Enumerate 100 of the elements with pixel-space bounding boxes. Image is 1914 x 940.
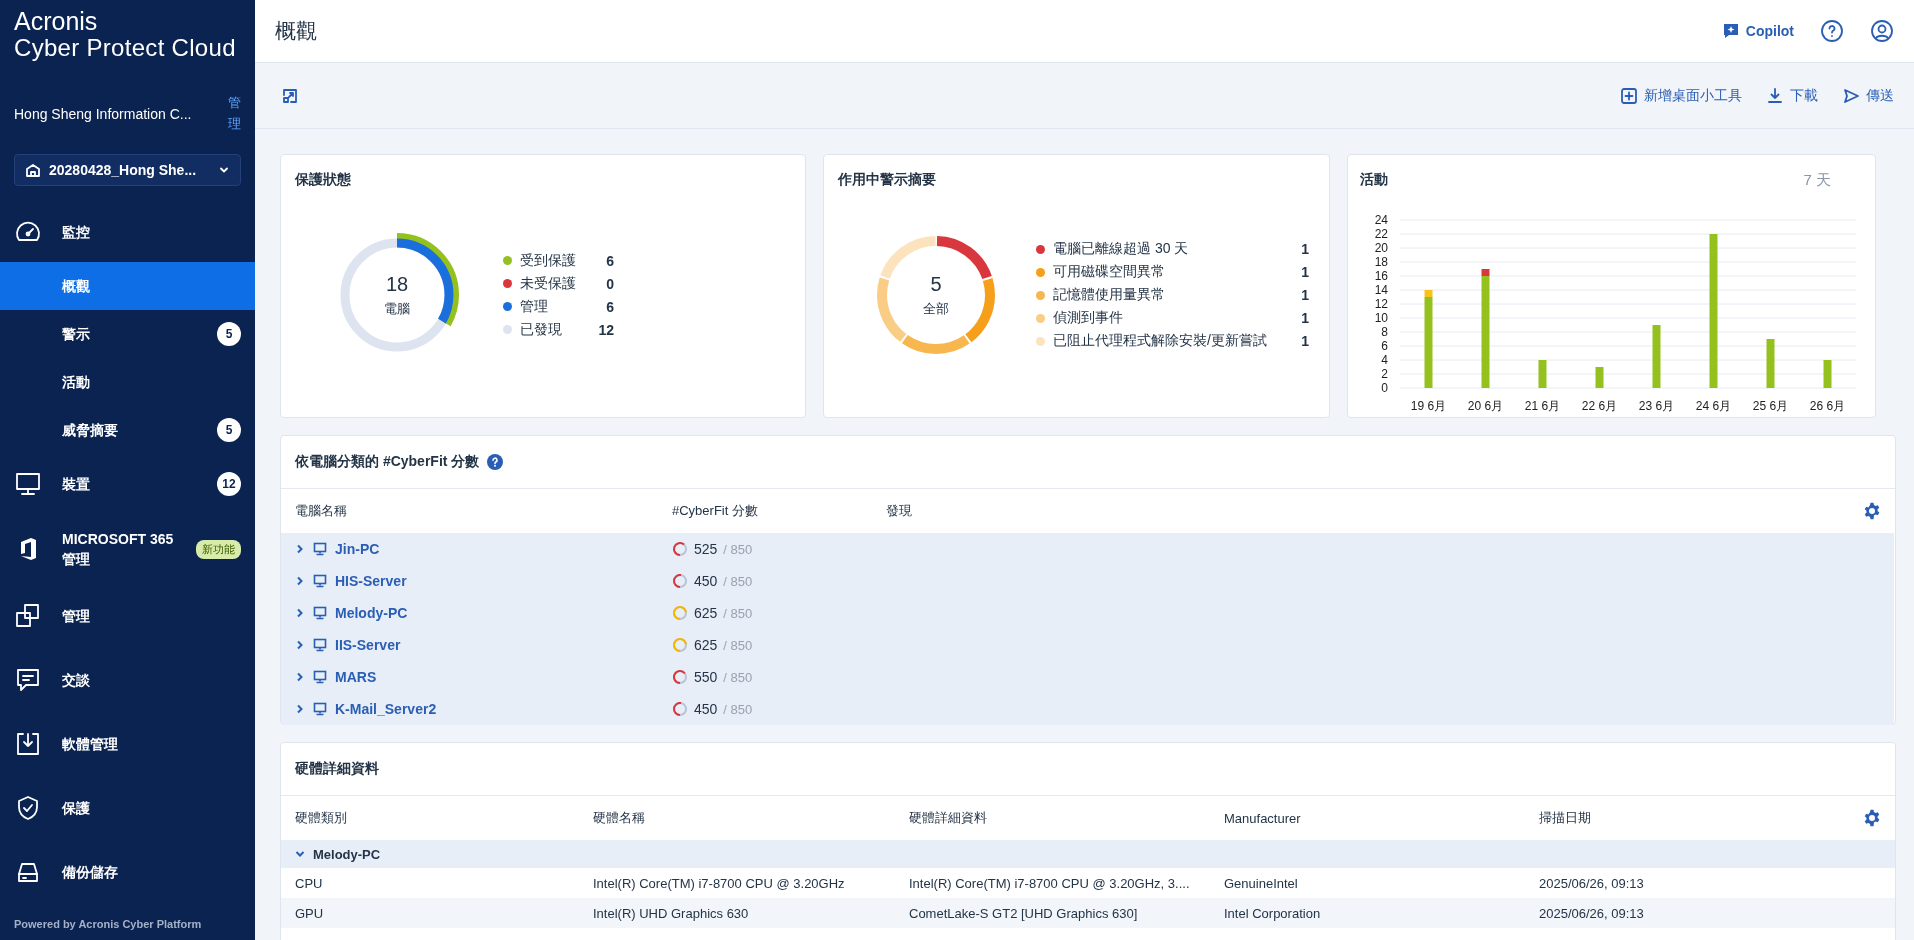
computer-icon <box>313 670 327 684</box>
nav-item[interactable]: MICROSOFT 365 管理 新功能 <box>0 514 255 584</box>
chevron-icon[interactable] <box>295 672 305 682</box>
axis-tick-label: 8 <box>1381 325 1388 339</box>
new-tag: 新功能 <box>196 539 241 559</box>
chart-bar <box>1766 339 1775 388</box>
card-title: 硬體詳細資料 <box>295 760 379 778</box>
computer-name-link[interactable]: K-Mail_Server2 <box>335 701 437 717</box>
chart-bar <box>1823 360 1832 388</box>
footer-text: Powered by Acronis Cyber Platform <box>13 918 203 932</box>
axis-tick-label: 4 <box>1381 353 1388 367</box>
axis-tick-label: 25 6月 <box>1752 399 1789 413</box>
chat-icon <box>14 666 42 694</box>
legend-count: 6 <box>605 252 614 269</box>
total-label: 全部 <box>923 299 949 318</box>
column-header[interactable]: 電腦名稱 <box>295 502 672 520</box>
squares-icon <box>14 602 42 630</box>
computer-icon <box>313 606 327 620</box>
legend-label: 可用磁碟空間異常 <box>1053 263 1166 281</box>
table-cell-text: CPU <box>295 875 324 891</box>
legend-label: 電腦已離線超過 30 天 <box>1053 240 1190 258</box>
total-count: 5 <box>930 272 942 296</box>
manage-link[interactable]: 管理 <box>228 93 241 135</box>
column-header[interactable]: 發現 <box>886 502 1851 520</box>
count-badge: 5 <box>217 418 241 442</box>
expand-icon[interactable] <box>281 86 299 105</box>
help-icon[interactable] <box>487 454 504 470</box>
send-button[interactable]: 傳送 <box>1842 86 1894 105</box>
nav-subitem[interactable]: 概觀 <box>0 262 255 310</box>
user-icon[interactable] <box>1870 19 1894 43</box>
unit-selector[interactable]: 20280428_Hong She... <box>14 154 241 186</box>
nav-item[interactable]: 保護 <box>0 776 255 840</box>
column-header[interactable]: 硬體詳細資料 <box>909 809 1224 827</box>
axis-tick-label: 20 <box>1374 241 1388 255</box>
nav-subitem[interactable]: 威脅摘要 5 <box>0 406 255 454</box>
table-cell-text: Intel Corporation <box>1224 905 1322 921</box>
card-title: 作用中警示摘要 <box>838 171 936 189</box>
card-title: 活動 <box>1360 171 1388 189</box>
download-icon <box>1766 86 1784 105</box>
computer-name-link[interactable]: HIS-Server <box>335 573 407 589</box>
table-cell-text: Intel(R) UHD Graphics 630 <box>593 905 750 921</box>
legend-count: 1 <box>1300 310 1309 326</box>
legend-label: 已發現 <box>520 320 563 339</box>
nav-subitem[interactable]: 活動 <box>0 358 255 406</box>
axis-tick-label: 24 6月 <box>1695 399 1732 413</box>
settings-icon[interactable] <box>1863 809 1881 827</box>
column-header[interactable]: 硬體名稱 <box>593 809 909 827</box>
table-cell-text: Intel(R) Core(TM) i7-8700 CPU @ 3.20GHz, 3.... <box>909 875 1191 891</box>
table-cell-text: CometLake-S GT2 [UHD Graphics 630] <box>909 905 1139 921</box>
axis-tick-label: 12 <box>1374 297 1388 311</box>
computer-name-link[interactable]: Jin-PC <box>335 541 380 557</box>
computer-icon <box>313 638 327 652</box>
computer-name-link[interactable]: Melody-PC <box>335 605 408 621</box>
nav-subitem[interactable]: 警示 5 <box>0 310 255 358</box>
axis-tick-label: 23 6月 <box>1638 399 1675 413</box>
chevron-icon[interactable] <box>295 704 305 714</box>
score-ring <box>672 669 688 685</box>
plus-square-icon <box>1620 86 1638 105</box>
chevron-icon[interactable] <box>295 608 305 618</box>
nav-item[interactable]: 監控 <box>0 202 255 262</box>
column-header[interactable]: 掃描日期 <box>1539 809 1851 827</box>
chevron-icon[interactable] <box>295 576 305 586</box>
table-cell-text: Intel(R) Core(TM) i7-8700 CPU @ 3.20GHz <box>593 875 846 891</box>
nav-item[interactable]: 軟體管理 <box>0 712 255 776</box>
column-header[interactable]: Manufacturer <box>1224 810 1539 826</box>
column-header[interactable]: 硬體類別 <box>295 809 593 827</box>
copilot-button[interactable]: Copilot <box>1721 22 1794 40</box>
legend-label: 記憶體使用量異常 <box>1053 286 1166 304</box>
help-icon[interactable] <box>1820 19 1844 43</box>
nav-item[interactable]: 備份儲存 <box>0 840 255 904</box>
computer-name-link[interactable]: IIS-Server <box>335 637 401 653</box>
download-button[interactable]: 下載 <box>1766 86 1818 105</box>
score-ring <box>672 605 688 621</box>
score-value: 450 <box>694 701 718 717</box>
legend-count: 6 <box>605 298 614 315</box>
score-ring <box>672 541 688 557</box>
card-title: 保護狀態 <box>295 171 351 189</box>
axis-tick-label: 18 <box>1374 255 1388 269</box>
score-value: 450 <box>694 573 718 589</box>
building-icon <box>25 162 41 178</box>
legend-label: 受到保護 <box>520 251 577 270</box>
group-row[interactable]: Melody-PC <box>281 840 1895 868</box>
sparkle-chat-icon <box>1721 22 1740 40</box>
score-value: 625 <box>694 605 718 621</box>
settings-icon[interactable] <box>1863 502 1881 520</box>
chevron-icon[interactable] <box>295 849 305 859</box>
axis-tick-label: 22 <box>1374 227 1388 241</box>
chevron-icon[interactable] <box>295 640 305 650</box>
score-max: / 850 <box>723 669 753 685</box>
legend-count: 1 <box>1300 264 1309 280</box>
nav-item[interactable]: 管理 <box>0 584 255 648</box>
computer-name-link[interactable]: MARS <box>335 669 377 685</box>
chevron-icon[interactable] <box>295 544 305 554</box>
nav-item[interactable]: 交談 <box>0 648 255 712</box>
axis-tick-label: 24 <box>1374 213 1388 227</box>
nav-item[interactable]: 裝置 12 <box>0 454 255 514</box>
add-widget-button[interactable]: 新增桌面小工具 <box>1620 86 1742 105</box>
legend-count: 12 <box>597 321 614 338</box>
monitor-icon <box>14 470 42 498</box>
column-header[interactable]: #CyberFit 分數 <box>672 502 886 520</box>
